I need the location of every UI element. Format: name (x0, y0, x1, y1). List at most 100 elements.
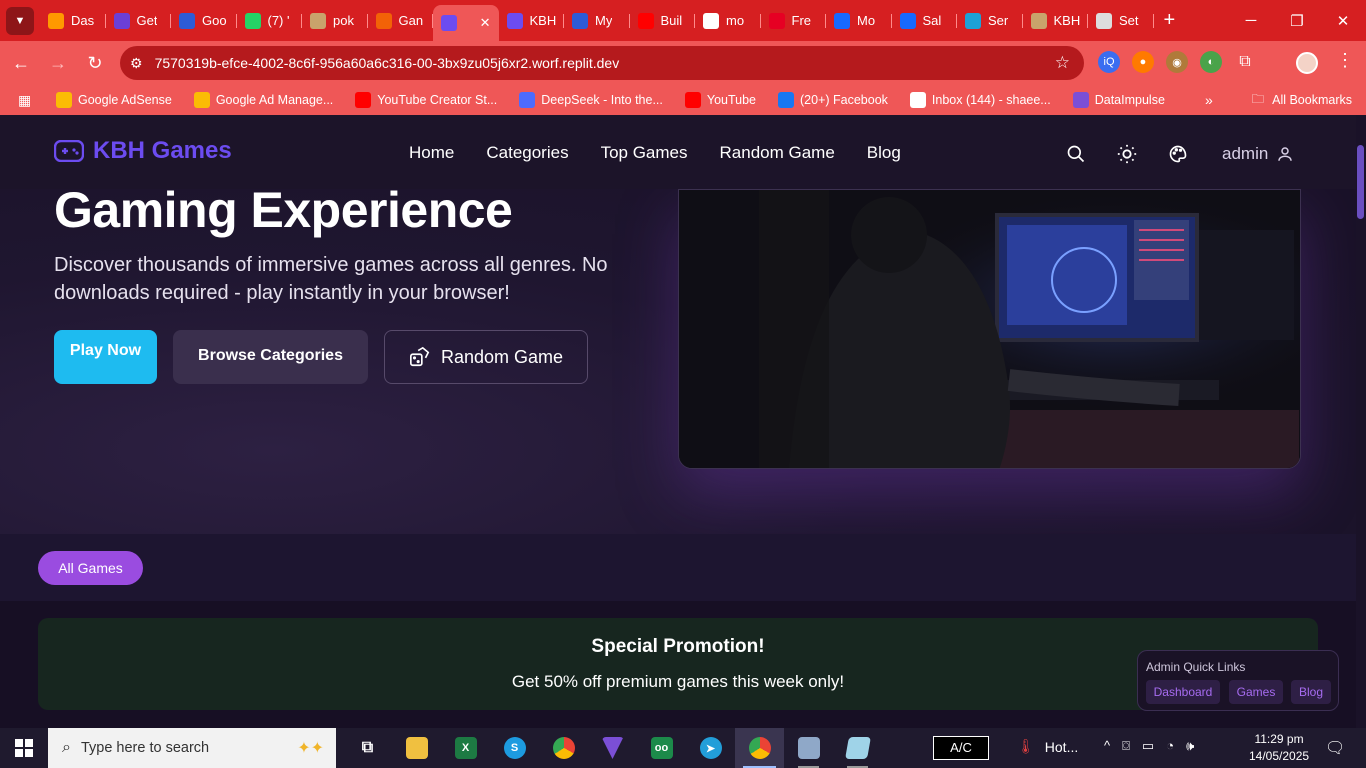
meet-now-icon[interactable]: ⌼ (1122, 738, 1130, 754)
skype-button[interactable]: S (490, 728, 539, 768)
windows-start-button[interactable] (0, 728, 48, 768)
chrome-icon (552, 737, 575, 759)
nav-top-games[interactable]: Top Games (601, 143, 688, 163)
chevron-up-icon[interactable]: ^ (1104, 738, 1110, 754)
nav-categories[interactable]: Categories (486, 143, 568, 163)
minimize-icon[interactable]: ─ (1228, 0, 1274, 41)
battery-icon[interactable]: ▭ (1142, 738, 1154, 754)
tab-strip: Das Get Goo (7) ' pok Gan ✕ KBH My Buil mo Fre Mo Sal… (40, 0, 1154, 41)
quick-link-games[interactable]: Games (1229, 680, 1283, 704)
ac-indicator[interactable]: A/C (933, 736, 989, 760)
bookmark-item[interactable]: (20+) Facebook (778, 92, 888, 108)
weather-widget[interactable]: 🌡 Hot... (1017, 738, 1078, 755)
taskbar-search[interactable]: ⌕ Type here to search ✦✦ (48, 728, 336, 768)
play-now-button[interactable]: Play Now (54, 330, 157, 384)
telegram-button[interactable]: ➤ (686, 728, 735, 768)
palette-icon[interactable] (1168, 144, 1188, 164)
close-window-icon[interactable]: ✕ (1320, 0, 1366, 41)
new-tab-button[interactable]: + (1164, 9, 1176, 32)
browser-tab[interactable]: Gan (368, 5, 434, 37)
browser-tab[interactable]: My (564, 5, 630, 37)
excel-button[interactable]: X (441, 728, 490, 768)
bookmark-item[interactable]: Google AdSense (56, 92, 172, 108)
app-button[interactable] (833, 728, 882, 768)
extension-icon[interactable]: iQ (1098, 51, 1120, 73)
apps-grid-icon[interactable]: ▦ (18, 92, 34, 108)
pinterest-icon (768, 12, 785, 29)
reload-button[interactable]: ↻ (79, 47, 111, 79)
bookmark-item[interactable]: Google Ad Manage... (193, 92, 333, 108)
url-text[interactable]: 7570319b-efce-4002-8c6f-956a60a6c316-00-… (155, 55, 620, 71)
remote-desktop-button[interactable] (784, 728, 833, 768)
site-info-icon[interactable]: ⚙ (130, 55, 143, 72)
restore-icon[interactable]: ❐ (1274, 0, 1320, 41)
get-icon (113, 12, 130, 29)
scrollbar-thumb[interactable] (1357, 145, 1364, 219)
cookie-ext-icon[interactable]: ◉ (1166, 51, 1188, 73)
all-games-chip[interactable]: All Games (38, 551, 143, 585)
bookmark-item[interactable]: Inbox (144) - shaee... (909, 92, 1051, 108)
task-view-button[interactable]: ⧉ (343, 728, 392, 768)
all-bookmarks[interactable]: 🗀 All Bookmarks (1252, 90, 1352, 111)
thermometer-icon: 🌡 (1017, 738, 1035, 754)
browser-tab[interactable]: Mo (826, 5, 892, 37)
chrome-button[interactable] (539, 728, 588, 768)
browse-categories-button[interactable]: Browse Categories (173, 330, 368, 384)
hero-description: Discover thousands of immersive games ac… (54, 254, 608, 304)
sun-icon[interactable] (1116, 143, 1138, 165)
nav-blog[interactable]: Blog (867, 143, 901, 163)
tab-title: (7) ' (267, 13, 290, 28)
quick-link-blog[interactable]: Blog (1291, 680, 1331, 704)
bookmark-item[interactable]: DeepSeek - Into the... (519, 92, 663, 108)
browser-tab[interactable]: Buil (630, 5, 696, 37)
bookmark-item[interactable]: YouTube Creator St... (355, 92, 497, 108)
vpn-ext-icon[interactable]: ◐ (1200, 51, 1222, 73)
tab-search-button[interactable]: ▼ (6, 6, 34, 35)
browser-tab[interactable]: pok (302, 5, 368, 37)
browser-tab[interactable]: mo (695, 5, 761, 37)
browser-tab[interactable]: Set (1088, 5, 1154, 37)
close-tab-icon[interactable]: ✕ (480, 15, 491, 31)
bookmark-star-icon[interactable]: ☆ (1055, 53, 1070, 73)
gameloop-button[interactable]: oo (637, 728, 686, 768)
vpn-button[interactable] (588, 728, 637, 768)
taskbar-clock[interactable]: 11:29 pm 14/05/2025 (1249, 731, 1309, 765)
random-game-button[interactable]: Random Game (384, 330, 588, 384)
browser-tab[interactable]: Das (40, 5, 106, 37)
tab-title: Das (71, 13, 95, 28)
profile-avatar[interactable] (1296, 52, 1318, 74)
browser-tab[interactable]: KBH (1023, 5, 1089, 37)
chrome-profile-button[interactable] (735, 728, 784, 768)
browser-tab[interactable]: KBH (499, 5, 565, 37)
browser-tab[interactable]: Goo (171, 5, 237, 37)
bookmark-item[interactable]: DataImpulse (1072, 92, 1165, 108)
notifications-icon[interactable]: 🗨 (1325, 738, 1345, 758)
more-bookmarks-icon[interactable]: » (1205, 92, 1213, 108)
site-logo[interactable]: KBH Games (54, 137, 232, 165)
puzzle-icon[interactable]: ⧉ (1234, 51, 1256, 73)
gamepad-icon (54, 140, 84, 162)
volume-icon[interactable]: 🕪 (1186, 738, 1194, 754)
browser-tab[interactable]: Sal (892, 5, 958, 37)
browser-tab[interactable]: Fre (761, 5, 827, 37)
page-scrollbar[interactable] (1356, 115, 1366, 728)
wifi-icon[interactable]: ◔ (1166, 738, 1174, 754)
browser-tab[interactable]: (7) ' (237, 5, 303, 37)
nav-random-game[interactable]: Random Game (720, 143, 835, 163)
address-bar[interactable]: ⚙ 7570319b-efce-4002-8c6f-956a60a6c316-0… (120, 46, 1084, 80)
back-button[interactable]: ← (5, 47, 37, 79)
nav-home[interactable]: Home (409, 143, 454, 163)
browser-tab[interactable]: ✕ (433, 5, 499, 41)
bookmark-item[interactable]: YouTube (684, 92, 756, 108)
file-explorer-button[interactable] (392, 728, 441, 768)
firefox-ext-icon[interactable]: ● (1132, 51, 1154, 73)
quick-link-dashboard[interactable]: Dashboard (1146, 680, 1220, 704)
bookmark-icon (1072, 92, 1089, 108)
site-navbar: KBH Games Home Categories Top Games Rand… (0, 115, 1356, 189)
menu-kebab-icon[interactable]: ⋮ (1336, 50, 1354, 71)
user-menu[interactable]: admin (1222, 144, 1294, 164)
search-icon[interactable] (1066, 144, 1086, 164)
forward-button[interactable]: → (42, 47, 74, 79)
browser-tab[interactable]: Get (106, 5, 172, 37)
browser-tab[interactable]: Ser (957, 5, 1023, 37)
